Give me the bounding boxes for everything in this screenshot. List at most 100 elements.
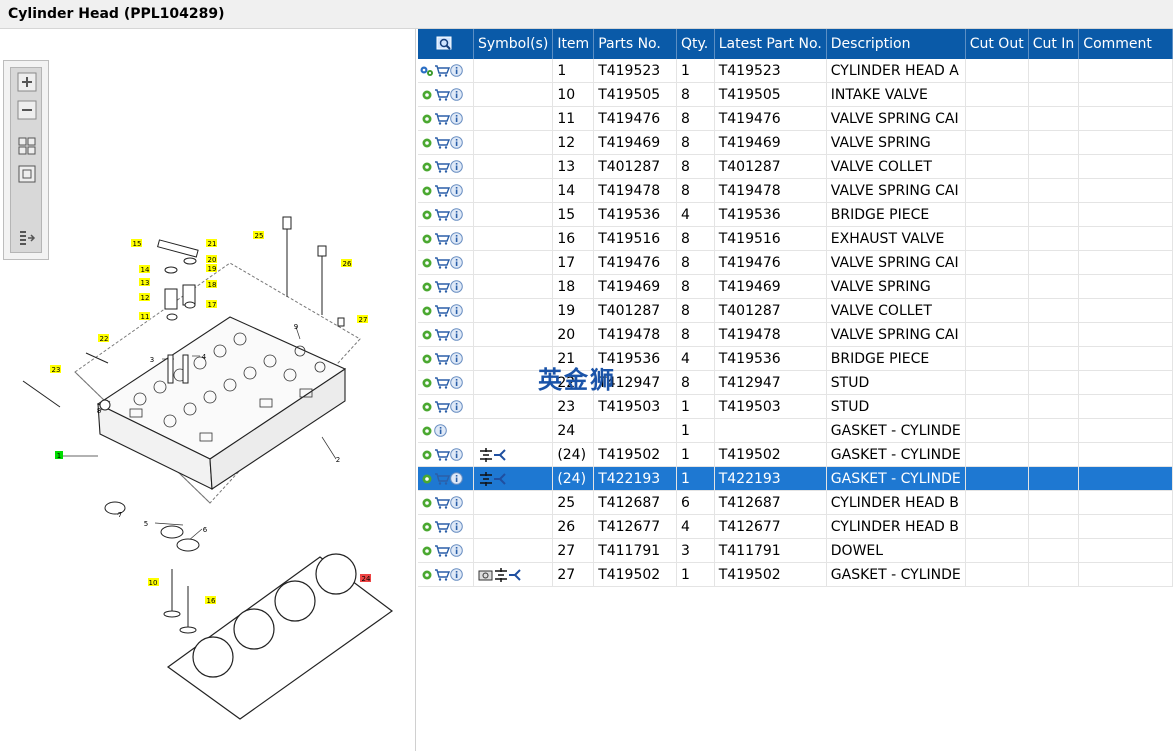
row-actions[interactable]	[418, 370, 474, 395]
row-actions[interactable]	[418, 59, 474, 83]
table-row[interactable]: (24) T419502 1 T419502 GASKET - CYLINDE	[418, 442, 1173, 467]
info-icon[interactable]	[450, 352, 463, 365]
cart-icon[interactable]	[434, 160, 450, 173]
cart-icon[interactable]	[434, 88, 450, 101]
info-icon[interactable]	[450, 112, 463, 125]
row-actions[interactable]	[418, 202, 474, 227]
callout-17[interactable]: 17	[208, 301, 217, 309]
table-row[interactable]: 1 T419523 1 T419523 CYLINDER HEAD A	[418, 59, 1173, 83]
header-latest-part-no[interactable]: Latest Part No.	[714, 29, 827, 59]
cart-icon[interactable]	[434, 520, 450, 533]
info-icon[interactable]	[450, 400, 463, 413]
header-cut-out[interactable]: Cut Out	[965, 29, 1029, 59]
gear-icon[interactable]	[420, 257, 434, 269]
info-icon[interactable]	[450, 568, 463, 581]
row-actions[interactable]	[418, 538, 474, 563]
info-icon[interactable]	[450, 256, 463, 269]
row-actions[interactable]	[418, 466, 474, 491]
zoom-in-icon[interactable]	[17, 72, 37, 92]
export-icon[interactable]	[17, 228, 37, 248]
cart-icon[interactable]	[434, 64, 450, 77]
info-icon[interactable]	[450, 328, 463, 341]
callout-27[interactable]: 27	[359, 316, 368, 324]
gear-icon[interactable]	[420, 113, 434, 125]
info-icon[interactable]	[450, 64, 463, 77]
header-cut-in[interactable]: Cut In	[1028, 29, 1080, 59]
header-search[interactable]	[418, 29, 474, 59]
header-parts-no[interactable]: Parts No.	[593, 29, 677, 59]
row-actions[interactable]	[418, 178, 474, 203]
table-row[interactable]: 27 T419502 1 T419502 GASKET - CYLINDE	[418, 562, 1173, 587]
gear-icon[interactable]	[420, 137, 434, 149]
cart-icon[interactable]	[434, 472, 450, 485]
table-row[interactable]: 19 T401287 8 T401287 VALVE COLLET	[418, 298, 1173, 323]
gear-icon[interactable]	[420, 473, 434, 485]
info-icon[interactable]	[450, 448, 463, 461]
row-actions[interactable]	[418, 154, 474, 179]
info-icon[interactable]	[450, 160, 463, 173]
table-row[interactable]: 14 T419478 8 T419478 VALVE SPRING CAI	[418, 178, 1173, 203]
callout-19[interactable]: 19	[208, 265, 217, 273]
gear-icon[interactable]	[420, 233, 434, 245]
cart-icon[interactable]	[434, 184, 450, 197]
cart-icon[interactable]	[434, 112, 450, 125]
fit-all-icon[interactable]	[17, 136, 37, 156]
callout-10[interactable]: 10	[149, 579, 158, 587]
info-icon[interactable]	[450, 88, 463, 101]
gear-icon[interactable]	[420, 185, 434, 197]
callout-6[interactable]: 6	[203, 526, 208, 534]
row-actions[interactable]	[418, 346, 474, 371]
search-icon[interactable]	[436, 36, 454, 52]
info-icon[interactable]	[450, 520, 463, 533]
table-row[interactable]: 13 T401287 8 T401287 VALVE COLLET	[418, 154, 1173, 179]
table-row[interactable]: 20 T419478 8 T419478 VALVE SPRING CAI	[418, 322, 1173, 347]
info-icon[interactable]	[450, 136, 463, 149]
row-actions[interactable]	[418, 274, 474, 299]
header-item[interactable]: Item	[552, 29, 595, 59]
table-row[interactable]: 27 T411791 3 T411791 DOWEL	[418, 538, 1173, 563]
callout-21[interactable]: 21	[208, 240, 217, 248]
exploded-diagram[interactable]: 1 2 3 4 5 6 7 8 9 10 11 12 13 14 15 16 1…	[0, 29, 415, 751]
callout-18[interactable]: 18	[208, 281, 217, 289]
callout-23[interactable]: 23	[52, 366, 61, 374]
table-row[interactable]: 26 T412677 4 T412677 CYLINDER HEAD B	[418, 514, 1173, 539]
cart-icon[interactable]	[434, 352, 450, 365]
info-icon[interactable]	[434, 424, 447, 437]
cart-icon[interactable]	[434, 328, 450, 341]
cart-icon[interactable]	[434, 496, 450, 509]
table-row[interactable]: 23 T419503 1 T419503 STUD	[418, 394, 1173, 419]
header-comment[interactable]: Comment	[1078, 29, 1173, 59]
gear-icon[interactable]	[420, 449, 434, 461]
gear-icon[interactable]	[420, 425, 434, 437]
table-row[interactable]: 12 T419469 8 T419469 VALVE SPRING	[418, 130, 1173, 155]
cart-icon[interactable]	[434, 280, 450, 293]
row-actions[interactable]	[418, 130, 474, 155]
gear-icon[interactable]	[420, 497, 434, 509]
info-icon[interactable]	[450, 544, 463, 557]
table-row[interactable]: 18 T419469 8 T419469 VALVE SPRING	[418, 274, 1173, 299]
callout-15[interactable]: 15	[133, 240, 142, 248]
row-actions[interactable]	[418, 394, 474, 419]
callout-16[interactable]: 16	[207, 597, 216, 605]
info-icon[interactable]	[450, 280, 463, 293]
cart-icon[interactable]	[434, 136, 450, 149]
info-icon[interactable]	[450, 208, 463, 221]
callout-7[interactable]: 7	[118, 511, 122, 519]
fit-window-icon[interactable]	[17, 164, 37, 184]
table-row[interactable]: 25 T412687 6 T412687 CYLINDER HEAD B	[418, 490, 1173, 515]
table-row[interactable]: 21 T419536 4 T419536 BRIDGE PIECE	[418, 346, 1173, 371]
table-row[interactable]: 22 T412947 8 T412947 STUD	[418, 370, 1173, 395]
callout-1[interactable]: 1	[57, 452, 61, 460]
row-actions[interactable]	[418, 418, 474, 443]
gear-icon[interactable]	[420, 305, 434, 317]
cart-icon[interactable]	[434, 208, 450, 221]
row-actions[interactable]	[418, 442, 474, 467]
gear-icon[interactable]	[420, 281, 434, 293]
callout-2[interactable]: 2	[336, 456, 340, 464]
callout-25[interactable]: 25	[255, 232, 264, 240]
zoom-out-icon[interactable]	[17, 100, 37, 120]
gears-icon[interactable]	[420, 65, 434, 77]
cart-icon[interactable]	[434, 448, 450, 461]
gear-icon[interactable]	[420, 89, 434, 101]
table-row[interactable]: 24 1 GASKET - CYLINDE	[418, 418, 1173, 443]
